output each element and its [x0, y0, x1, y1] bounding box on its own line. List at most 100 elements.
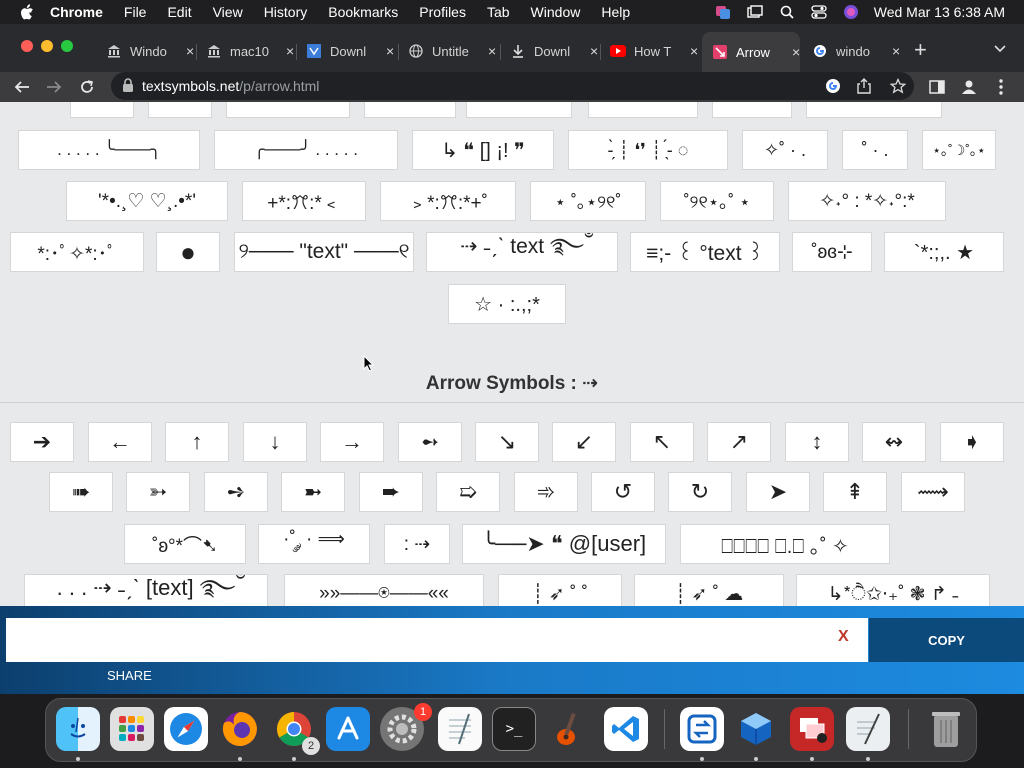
- symbol-cell[interactable]: ●: [156, 232, 220, 272]
- symbol-cell[interactable]: ⋆ ˚｡⋆୨୧˚: [530, 181, 646, 221]
- arrow-cell[interactable]: ➯: [436, 472, 500, 512]
- symbol-cell[interactable]: [226, 102, 350, 118]
- symbol-cell[interactable]: ╭───╯ . . . . .: [214, 130, 398, 170]
- symbol-cell[interactable]: [466, 102, 572, 118]
- tab-close-icon[interactable]: ×: [590, 43, 598, 59]
- share-icon[interactable]: [855, 77, 873, 95]
- menu-view[interactable]: View: [213, 4, 243, 20]
- symbol-cell[interactable]: [588, 102, 698, 118]
- browser-tab[interactable]: Downl ×: [296, 36, 394, 66]
- symbol-cell[interactable]: ﹥*:ꔫ:*+˚: [380, 181, 516, 221]
- arrow-cell[interactable]: ➻: [398, 422, 462, 462]
- symbol-cell[interactable]: ✧˚ · .: [742, 130, 828, 170]
- sidebar-icon[interactable]: [926, 76, 948, 98]
- share-button[interactable]: SHARE: [107, 668, 152, 683]
- arrow-cell[interactable]: ↗: [707, 422, 771, 462]
- kebab-menu-icon[interactable]: [990, 76, 1012, 98]
- menu-profiles[interactable]: Profiles: [419, 4, 466, 20]
- symbol-cell[interactable]: ˚ʚɞ⊹: [792, 232, 872, 272]
- menu-history[interactable]: History: [264, 4, 308, 20]
- symbol-cell[interactable]: ⇢ ˗ˏˋ text ࿐ྂ: [426, 232, 618, 272]
- tab-search-chevron-icon[interactable]: [994, 40, 1006, 56]
- browser-tab-active[interactable]: Arrow ×: [702, 32, 801, 72]
- control-center-icon[interactable]: [810, 4, 828, 20]
- finder-icon[interactable]: [56, 707, 100, 751]
- arrow-cell[interactable]: ↑: [165, 422, 229, 462]
- symbol-cell[interactable]: +*:ꔫ:*﹤: [242, 181, 366, 221]
- arrow-cell[interactable]: ˚ʚ°*⌒➷: [124, 524, 246, 564]
- back-arrow-icon[interactable]: [11, 76, 33, 98]
- arrow-cell[interactable]: ⇞: [823, 472, 887, 512]
- symbol-cell[interactable]: ⋆｡˚☽˚｡⋆: [922, 130, 996, 170]
- menu-app-name[interactable]: Chrome: [50, 4, 103, 20]
- menu-window[interactable]: Window: [531, 4, 581, 20]
- arrow-cell[interactable]: ➔: [10, 422, 74, 462]
- symbol-cell[interactable]: [148, 102, 212, 118]
- copy-button[interactable]: COPY: [869, 618, 1024, 662]
- system-preferences-icon[interactable]: 1: [380, 703, 432, 751]
- menubar-clock[interactable]: Wed Mar 13 6:38 AM: [874, 4, 1005, 20]
- arrow-cell[interactable]: ·˚ ༘ · ⟹: [258, 524, 370, 564]
- window-minimize-button[interactable]: [41, 40, 53, 52]
- menu-bookmarks[interactable]: Bookmarks: [328, 4, 398, 20]
- menu-file[interactable]: File: [124, 4, 147, 20]
- browser-tab[interactable]: windo ×: [802, 36, 900, 66]
- tab-close-icon[interactable]: ×: [186, 43, 194, 59]
- clear-input-button[interactable]: X: [838, 628, 849, 646]
- browser-tab[interactable]: Untitle ×: [398, 36, 496, 66]
- arrow-cell[interactable]: ➠: [49, 472, 113, 512]
- symbol-cell[interactable]: ୨─── "text" ───୧: [234, 232, 414, 272]
- arrow-cell[interactable]: →: [320, 422, 384, 462]
- arrow-cell[interactable]: ↖: [630, 422, 694, 462]
- window-switch-icon[interactable]: [746, 4, 764, 20]
- virtualbox-icon[interactable]: [734, 707, 778, 751]
- profile-avatar-icon[interactable]: [958, 76, 980, 98]
- chrome-icon[interactable]: 2: [272, 707, 320, 755]
- arrow-cell[interactable]: ╰──➤ ❝ @[user]: [462, 524, 666, 564]
- arrow-cell[interactable]: ↓: [243, 422, 307, 462]
- photo-booth-icon[interactable]: [790, 707, 834, 751]
- spotlight-search-icon[interactable]: [778, 4, 796, 20]
- arrow-cell[interactable]: ↭: [862, 422, 926, 462]
- tab-close-icon[interactable]: ×: [690, 43, 698, 59]
- symbol-cell[interactable]: *:･ﾟ✧*:･ﾟ: [10, 232, 144, 272]
- google-lens-icon[interactable]: [824, 77, 842, 95]
- terminal-icon[interactable]: >_: [492, 707, 536, 751]
- symbol-cell[interactable]: [70, 102, 134, 118]
- symbol-cell[interactable]: '*•.¸♡ ♡¸.•*': [66, 181, 228, 221]
- arrow-cell[interactable]: ↙: [552, 422, 616, 462]
- trash-icon[interactable]: [924, 707, 968, 751]
- menu-help[interactable]: Help: [601, 4, 630, 20]
- symbol-cell[interactable]: ☆ · :.,;*: [448, 284, 566, 324]
- symbol-cell[interactable]: `*:;,. ★: [884, 232, 1004, 272]
- script-editor-icon[interactable]: [846, 707, 890, 751]
- menu-edit[interactable]: Edit: [167, 4, 191, 20]
- textedit-icon[interactable]: [438, 707, 482, 751]
- arrow-cell[interactable]: ↘: [475, 422, 539, 462]
- firefox-icon[interactable]: [218, 707, 262, 751]
- browser-tab[interactable]: Downl ×: [500, 36, 598, 66]
- new-tab-button[interactable]: +: [914, 37, 927, 63]
- screen-share-icon[interactable]: [714, 4, 732, 20]
- migration-assistant-icon[interactable]: [680, 707, 724, 751]
- garageband-icon[interactable]: [546, 707, 590, 751]
- tab-close-icon[interactable]: ×: [488, 43, 496, 59]
- tab-close-icon[interactable]: ×: [892, 43, 900, 59]
- symbol-cell[interactable]: -̗̀ ┊ ❛❜ ┊ ̖́- ◌: [568, 130, 728, 170]
- symbol-cell[interactable]: ✧˖° : *✧˖°:*: [788, 181, 946, 221]
- window-close-button[interactable]: [21, 40, 33, 52]
- browser-tab[interactable]: Windo ×: [96, 36, 194, 66]
- arrow-cell[interactable]: : ⇢: [384, 524, 450, 564]
- forward-arrow-icon[interactable]: [43, 76, 65, 98]
- arrow-cell[interactable]: ➤: [746, 472, 810, 512]
- browser-tab[interactable]: mac10 ×: [196, 36, 294, 66]
- arrow-cell[interactable]: ➺: [204, 472, 268, 512]
- siri-icon[interactable]: [842, 4, 860, 20]
- tab-close-icon[interactable]: ×: [286, 43, 294, 59]
- arrow-cell[interactable]: ←: [88, 422, 152, 462]
- browser-tab[interactable]: How T ×: [600, 36, 698, 66]
- arrow-cell[interactable]: ➼: [281, 472, 345, 512]
- symbol-cell[interactable]: ˚୨୧⋆｡˚ ⋆: [660, 181, 774, 221]
- symbol-cell[interactable]: ≡;- ꒰ °text ꒱: [630, 232, 780, 272]
- symbol-cell[interactable]: [364, 102, 456, 118]
